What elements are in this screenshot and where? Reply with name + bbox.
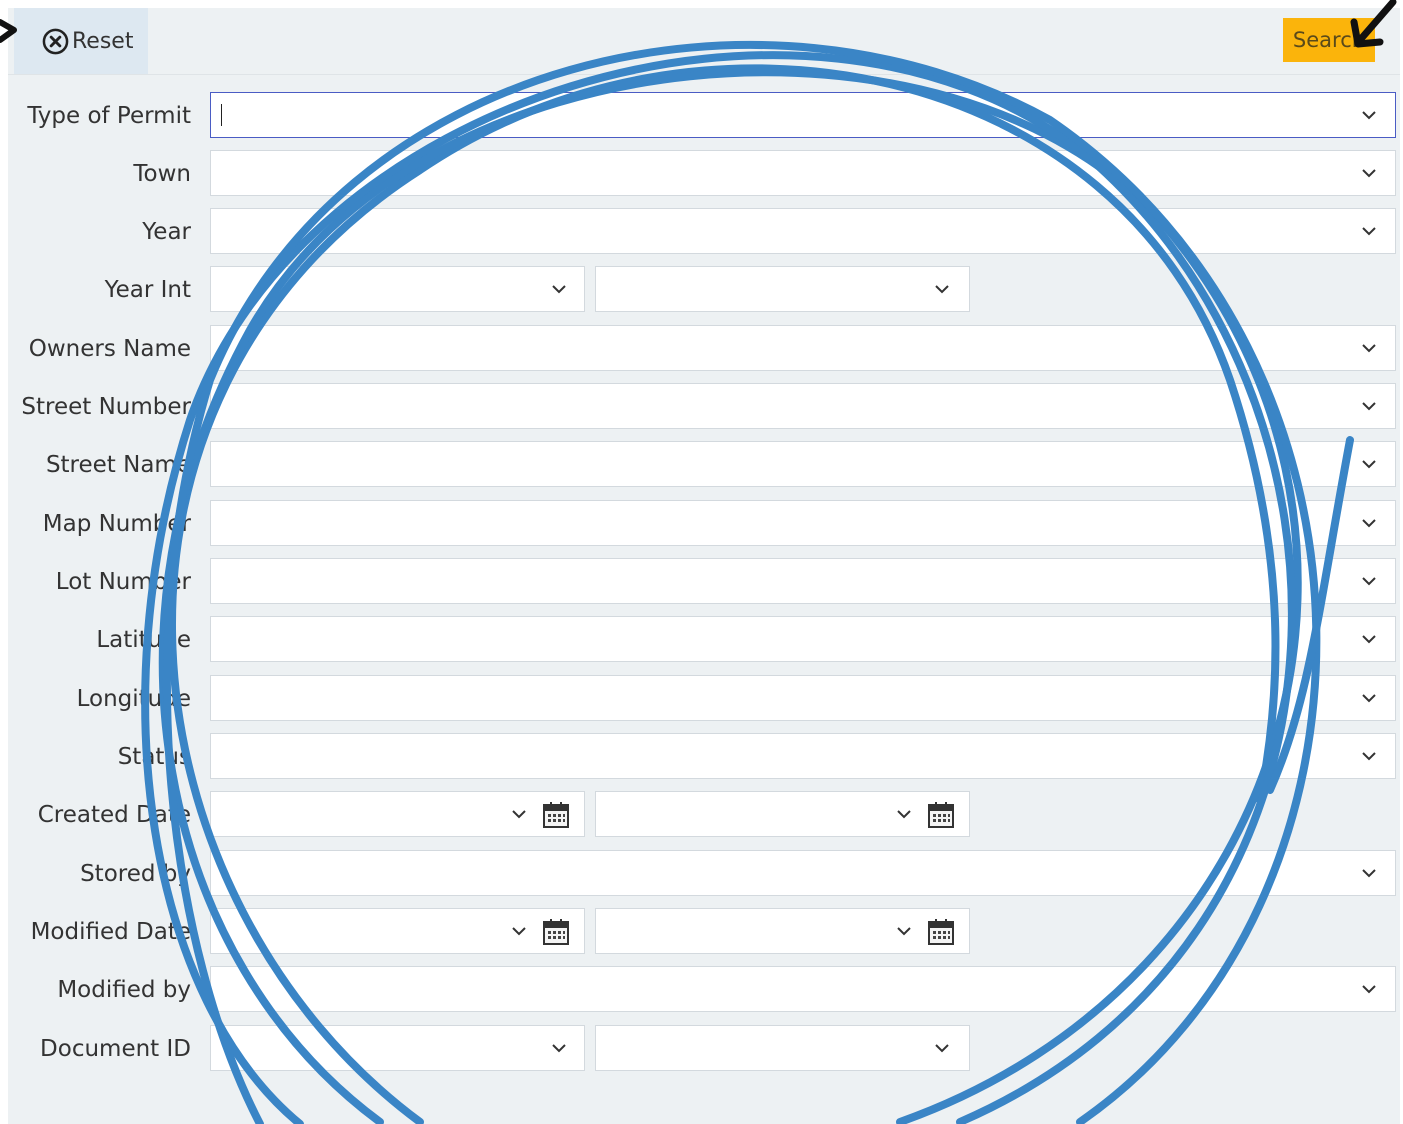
chevron-down-icon[interactable] [1361, 517, 1377, 529]
street-name-label: Street Name [45, 452, 191, 478]
status-dropdown[interactable] [210, 733, 1396, 779]
search-button[interactable]: Search [1283, 18, 1375, 62]
lot-number-label: Lot Number [55, 569, 191, 595]
year-label: Year [142, 219, 191, 245]
form-row-lot-number: Lot Number [8, 558, 1400, 606]
year-int-label: Year Int [104, 277, 191, 303]
form-row-year: Year [8, 208, 1400, 256]
chevron-down-icon[interactable] [551, 283, 567, 295]
status-label: Status [117, 744, 191, 770]
form-row-document-id: Document ID [8, 1025, 1400, 1073]
form-row-stored-by: Stored by [8, 850, 1400, 898]
chevron-down-icon[interactable] [1361, 225, 1377, 237]
chevron-down-icon[interactable] [511, 808, 527, 820]
form-row-town: Town [8, 150, 1400, 198]
chevron-down-icon[interactable] [511, 925, 527, 937]
form-row-street-number: Street Number [8, 383, 1400, 431]
town-dropdown[interactable] [210, 150, 1396, 196]
map-number-label: Map Number [42, 511, 191, 537]
calendar-icon[interactable] [541, 800, 571, 830]
form-row-status: Status [8, 733, 1400, 781]
chevron-down-icon[interactable] [934, 283, 950, 295]
chevron-down-icon[interactable] [896, 808, 912, 820]
latitude-label: Latitude [96, 627, 191, 653]
chevron-down-icon[interactable] [1361, 109, 1377, 121]
latitude-dropdown[interactable] [210, 616, 1396, 662]
street-number-dropdown[interactable] [210, 383, 1396, 429]
form-row-created-date: Created Date [8, 791, 1400, 839]
chevron-down-icon[interactable] [1361, 750, 1377, 762]
stored-by-dropdown[interactable] [210, 850, 1396, 896]
form-row-type-of-permit: Type of Permit [8, 92, 1400, 140]
document-id-from-dropdown[interactable] [210, 1025, 585, 1071]
calendar-icon[interactable] [926, 800, 956, 830]
form-row-year-int: Year Int [8, 266, 1400, 314]
chevron-down-icon[interactable] [934, 1042, 950, 1054]
form-row-modified-by: Modified by [8, 966, 1400, 1014]
map-number-dropdown[interactable] [210, 500, 1396, 546]
chevron-down-icon[interactable] [1361, 400, 1377, 412]
stored-by-label: Stored by [80, 861, 191, 887]
chevron-down-icon[interactable] [1361, 167, 1377, 179]
modified-by-label: Modified by [57, 977, 191, 1003]
text-caret [221, 104, 222, 126]
chevron-down-icon[interactable] [896, 925, 912, 937]
lot-number-dropdown[interactable] [210, 558, 1396, 604]
form-row-longitude: Longitude [8, 675, 1400, 723]
calendar-icon[interactable] [541, 917, 571, 947]
chevron-down-icon[interactable] [551, 1042, 567, 1054]
form-row-latitude: Latitude [8, 616, 1400, 664]
form-row-modified-date: Modified Date [8, 908, 1400, 956]
type-of-permit-dropdown[interactable] [210, 92, 1396, 138]
reset-label: Reset [72, 28, 134, 54]
chevron-down-icon[interactable] [1361, 867, 1377, 879]
chevron-down-icon[interactable] [1361, 458, 1377, 470]
year-int-to-dropdown[interactable] [595, 266, 970, 312]
type-of-permit-label: Type of Permit [27, 103, 191, 129]
created-date-to-picker[interactable] [595, 791, 970, 837]
form-row-street-name: Street Name [8, 441, 1400, 489]
chevron-down-icon[interactable] [1361, 983, 1377, 995]
document-id-to-dropdown[interactable] [595, 1025, 970, 1071]
chevron-down-icon[interactable] [1361, 633, 1377, 645]
created-date-label: Created Date [37, 802, 191, 828]
street-number-label: Street Number [21, 394, 191, 420]
owners-name-dropdown[interactable] [210, 325, 1396, 371]
document-id-label: Document ID [40, 1036, 191, 1062]
owners-name-label: Owners Name [28, 336, 191, 362]
modified-by-dropdown[interactable] [210, 966, 1396, 1012]
longitude-dropdown[interactable] [210, 675, 1396, 721]
toolbar: Reset Search [8, 8, 1400, 75]
year-int-from-dropdown[interactable] [210, 266, 585, 312]
town-label: Town [133, 161, 191, 187]
modified-date-to-picker[interactable] [595, 908, 970, 954]
chevron-down-icon[interactable] [1361, 692, 1377, 704]
longitude-label: Longitude [76, 686, 191, 712]
x-circle-icon [42, 28, 69, 54]
created-date-from-picker[interactable] [210, 791, 585, 837]
chevron-down-icon[interactable] [1361, 342, 1377, 354]
modified-date-from-picker[interactable] [210, 908, 585, 954]
form-row-owners-name: Owners Name [8, 325, 1400, 373]
street-name-dropdown[interactable] [210, 441, 1396, 487]
modified-date-label: Modified Date [30, 919, 191, 945]
search-panel: Reset Search Type of Permit Town Year Ye… [8, 8, 1400, 1124]
form-row-map-number: Map Number [8, 500, 1400, 548]
reset-button[interactable]: Reset [14, 8, 148, 74]
calendar-icon[interactable] [926, 917, 956, 947]
year-dropdown[interactable] [210, 208, 1396, 254]
chevron-down-icon[interactable] [1361, 575, 1377, 587]
